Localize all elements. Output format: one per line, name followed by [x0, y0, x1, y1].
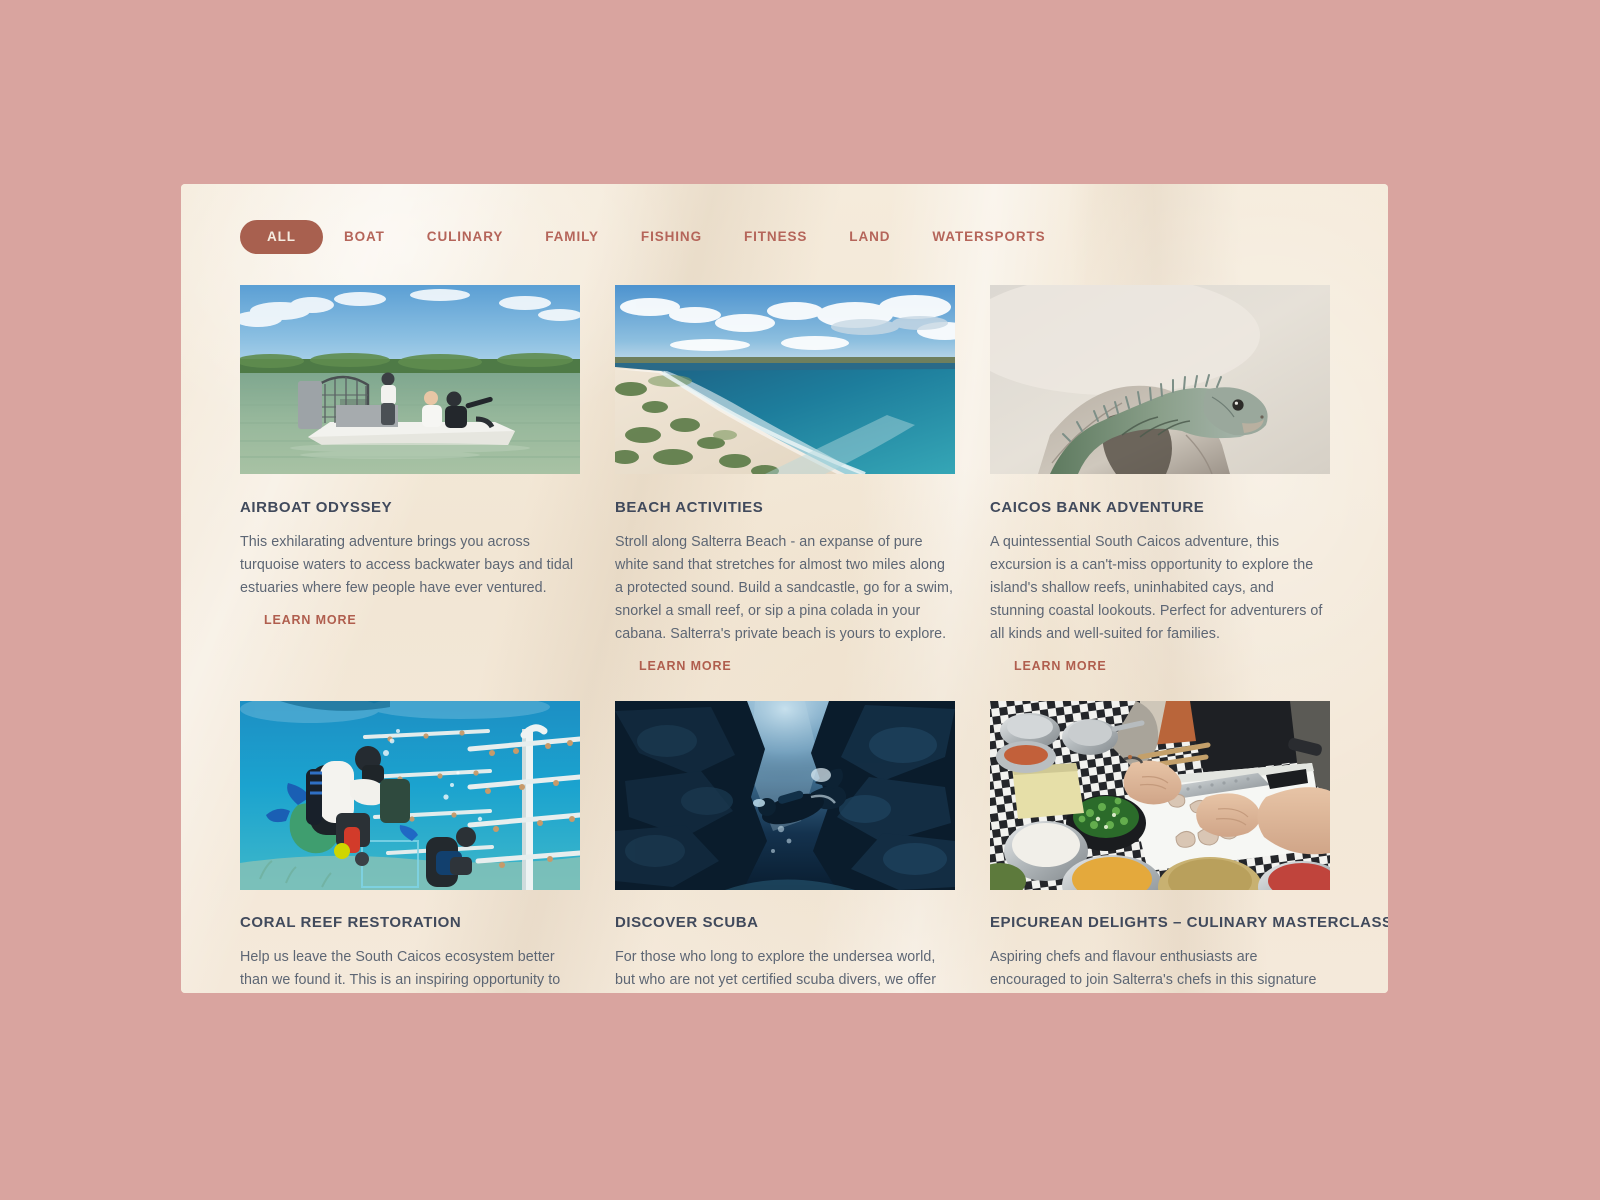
filter-tab-fishing[interactable]: FISHING [620, 221, 723, 253]
card-description: For those who long to explore the unders… [615, 949, 937, 989]
filter-tab-watersports[interactable]: WATERSPORTS [911, 221, 1066, 253]
filter-tab-land[interactable]: LAND [828, 221, 911, 253]
card-title: CORAL REEF RESTORATION [240, 914, 462, 932]
card-title: EPICUREAN DELIGHTS – CULINARY MASTERCLAS… [990, 914, 1388, 932]
filter-tab-culinary[interactable]: CULINARY [406, 221, 524, 253]
grid-row-separator [240, 675, 1330, 701]
filter-tab-fitness[interactable]: FITNESS [723, 221, 828, 253]
learn-more-link[interactable]: LEARN MORE [264, 613, 357, 627]
card-title: CAICOS BANK ADVENTURE [990, 499, 1205, 516]
experience-card[interactable]: CORAL REEF RESTORATION Help us leave the… [240, 701, 580, 993]
experiences-panel: ALL BOAT CULINARY FAMILY FISHING FITNESS… [181, 184, 1388, 993]
filter-tab-boat[interactable]: BOAT [323, 221, 406, 253]
category-filter-bar: ALL BOAT CULINARY FAMILY FISHING FITNESS… [240, 220, 1067, 254]
card-title: BEACH ACTIVITIES [615, 499, 764, 516]
learn-more-link[interactable]: LEARN MORE [639, 659, 732, 673]
experience-card[interactable]: AIRBOAT ODYSSEY This exhilarating advent… [240, 285, 580, 675]
filter-tab-family[interactable]: FAMILY [524, 221, 620, 253]
beach-image [615, 285, 955, 474]
card-description: A quintessential South Caicos adventure,… [990, 534, 1323, 643]
experience-card[interactable]: CAICOS BANK ADVENTURE A quintessential S… [990, 285, 1330, 675]
card-title: DISCOVER SCUBA [615, 914, 759, 932]
experience-card[interactable]: EPICUREAN DELIGHTS – CULINARY MASTERCLAS… [990, 701, 1388, 993]
underwater-canyon-image [615, 701, 955, 891]
card-description: Help us leave the South Caicos ecosystem… [240, 949, 561, 989]
airboat-image [240, 285, 580, 474]
experience-card[interactable]: BEACH ACTIVITIES Stroll along Salterra B… [615, 285, 955, 675]
filter-tab-all[interactable]: ALL [240, 220, 323, 254]
culinary-masterclass-image [990, 701, 1330, 891]
coral-nursery-image [240, 701, 580, 891]
iguana-image [990, 285, 1330, 474]
card-description: This exhilarating adventure brings you a… [240, 534, 574, 597]
card-description: Stroll along Salterra Beach - an expanse… [615, 534, 954, 643]
learn-more-link[interactable]: LEARN MORE [1014, 659, 1107, 673]
experience-card-grid: AIRBOAT ODYSSEY This exhilarating advent… [240, 285, 1388, 993]
card-title: AIRBOAT ODYSSEY [240, 499, 393, 516]
card-description: Aspiring chefs and flavour enthusiasts a… [990, 949, 1317, 989]
experience-card[interactable]: DISCOVER SCUBA For those who long to exp… [615, 701, 955, 993]
